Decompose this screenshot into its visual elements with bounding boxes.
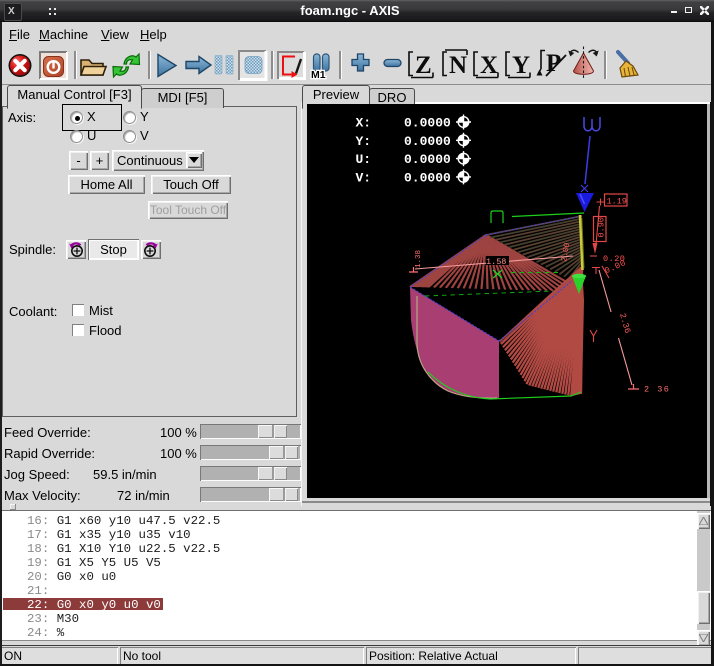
svg-text:1.19: 1.19 bbox=[607, 197, 627, 207]
svg-text:M1: M1 bbox=[311, 69, 326, 81]
svg-text:1.38: 1.38 bbox=[415, 250, 423, 268]
svg-text:X:: X: bbox=[356, 116, 372, 131]
svg-text:Y: Y bbox=[512, 52, 530, 79]
svg-text:N: N bbox=[449, 52, 467, 79]
svg-text:V:: V: bbox=[356, 170, 372, 185]
svg-text:0.90: 0.90 bbox=[597, 217, 607, 237]
svg-text:0.0000: 0.0000 bbox=[404, 134, 451, 149]
svg-text:U:: U: bbox=[356, 152, 372, 167]
svg-text:0.0000: 0.0000 bbox=[404, 152, 451, 167]
svg-text:2 36: 2 36 bbox=[644, 385, 670, 395]
svg-text:Z: Z bbox=[415, 52, 432, 79]
svg-text:1.58: 1.58 bbox=[486, 257, 506, 267]
svg-text:0.0000: 0.0000 bbox=[404, 116, 451, 131]
svg-text:Y:: Y: bbox=[356, 134, 372, 149]
svg-text:0.0000: 0.0000 bbox=[404, 170, 451, 185]
svg-text:X: X bbox=[480, 52, 498, 79]
